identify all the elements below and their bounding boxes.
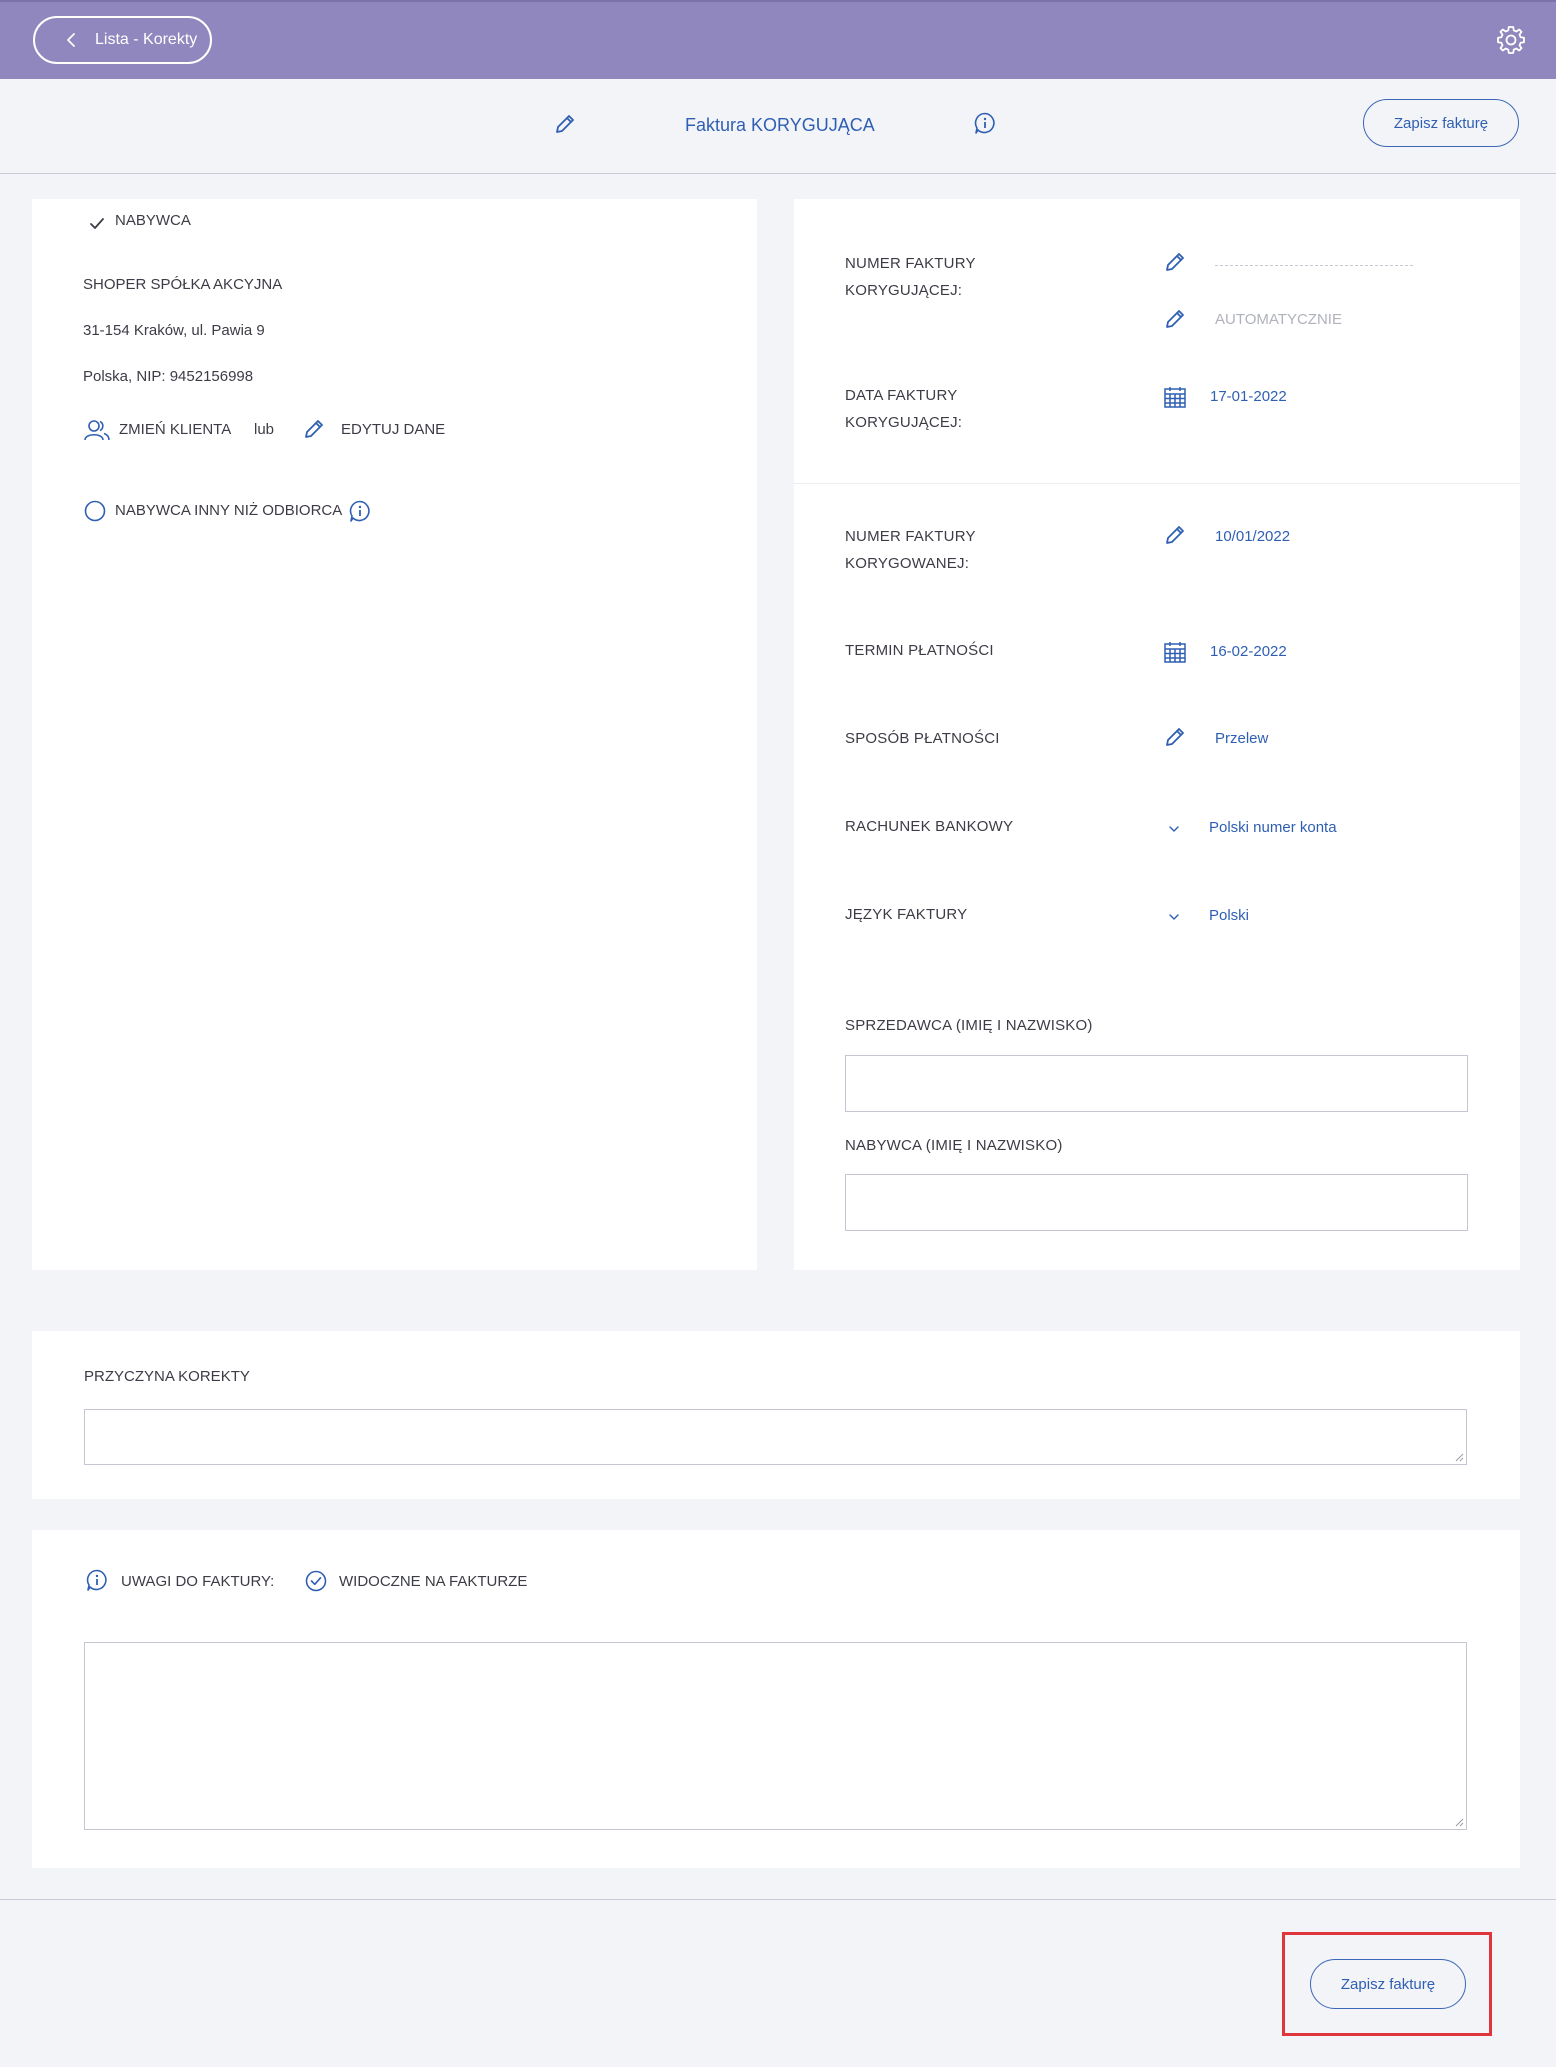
gear-icon[interactable] xyxy=(1495,24,1527,56)
corrected-number-value[interactable]: 10/01/2022 xyxy=(1215,528,1290,545)
highlight-box xyxy=(1282,1932,1492,2036)
users-icon[interactable] xyxy=(83,418,111,442)
save-invoice-button-top[interactable]: Zapisz fakturę xyxy=(1363,99,1519,147)
radio-circle-icon[interactable] xyxy=(84,500,106,522)
buyer-person-label: NABYWCA (IMIĘ I NAZWISKO) xyxy=(845,1137,1063,1154)
back-button-label: Lista - Korekty xyxy=(95,31,198,48)
top-bar: Lista - Korekty xyxy=(0,0,1556,79)
calendar-icon[interactable] xyxy=(1163,385,1187,409)
footer-divider xyxy=(0,1899,1556,1900)
pencil-icon[interactable] xyxy=(1163,250,1187,274)
buyer-address: 31-154 Kraków, ul. Pawia 9 xyxy=(83,322,265,339)
change-client-link[interactable]: ZMIEŃ KLIENTA xyxy=(119,421,231,438)
section-divider xyxy=(794,483,1520,484)
chevron-left-icon xyxy=(63,31,81,49)
buyer-panel xyxy=(32,199,757,1270)
calendar-icon[interactable] xyxy=(1163,640,1187,664)
pencil-icon[interactable] xyxy=(1163,523,1187,547)
pencil-icon[interactable] xyxy=(553,112,577,136)
page-title: Faktura KORYGUJĄCA xyxy=(685,115,875,135)
correction-number-auto[interactable]: AUTOMATYCZNIE xyxy=(1215,311,1342,328)
info-icon[interactable] xyxy=(348,499,372,523)
buyer-country-nip: Polska, NIP: 9452156998 xyxy=(83,368,254,385)
pencil-icon[interactable] xyxy=(302,417,326,441)
buyer-person-input[interactable] xyxy=(845,1174,1468,1231)
back-to-list-button[interactable]: Lista - Korekty xyxy=(33,16,212,64)
pencil-icon[interactable] xyxy=(1163,725,1187,749)
payment-term-value[interactable]: 16-02-2022 xyxy=(1210,643,1287,660)
buyer-other-than-recipient-label[interactable]: NABYWCA INNY NIŻ ODBIORCA xyxy=(115,502,342,519)
resize-grip-icon[interactable] xyxy=(1454,1452,1464,1462)
seller-name-label: SPRZEDAWCA (IMIĘ I NAZWISKO) xyxy=(845,1017,1093,1034)
pencil-icon[interactable] xyxy=(1163,307,1187,331)
resize-grip-icon[interactable] xyxy=(1454,1817,1464,1827)
correction-number-label: NUMER FAKTURY KORYGUJĄCEJ: xyxy=(845,255,976,299)
or-label: lub xyxy=(254,421,275,438)
chevron-down-icon[interactable] xyxy=(1168,911,1180,923)
buyer-name: SHOPER SPÓŁKA AKCYJNA xyxy=(83,276,283,293)
visible-on-invoice-label[interactable]: WIDOCZNE NA FAKTURZE xyxy=(339,1573,527,1590)
correction-number-input[interactable] xyxy=(1215,265,1413,266)
info-icon[interactable] xyxy=(973,111,997,135)
bank-account-value[interactable]: Polski numer konta xyxy=(1209,819,1337,836)
corrected-number-label: NUMER FAKTURY KORYGOWANEJ: xyxy=(845,528,976,572)
payment-method-value[interactable]: Przelew xyxy=(1215,730,1268,747)
correction-date-value[interactable]: 17-01-2022 xyxy=(1210,388,1287,405)
seller-name-input[interactable] xyxy=(845,1055,1468,1112)
invoice-language-label: JĘZYK FAKTURY xyxy=(845,906,968,923)
invoice-notes-textarea[interactable] xyxy=(84,1642,1467,1830)
invoice-language-value[interactable]: Polski xyxy=(1209,907,1249,924)
payment-term-label: TERMIN PŁATNOŚCI xyxy=(845,642,994,659)
correction-reason-label: PRZYCZYNA KOREKTY xyxy=(84,1368,250,1385)
correction-reason-textarea[interactable] xyxy=(84,1409,1467,1465)
invoice-notes-label: UWAGI DO FAKTURY: xyxy=(121,1573,275,1590)
checked-circle-icon[interactable] xyxy=(305,1570,327,1592)
chevron-down-icon[interactable] xyxy=(1168,823,1180,835)
info-icon[interactable] xyxy=(85,1568,109,1592)
correction-date-label: DATA FAKTURY KORYGUJĄCEJ: xyxy=(845,387,963,431)
bank-account-label: RACHUNEK BANKOWY xyxy=(845,818,1014,835)
payment-method-label: SPOSÓB PŁATNOŚCI xyxy=(845,730,1000,747)
check-icon xyxy=(89,216,105,232)
buyer-section-label[interactable]: NABYWCA xyxy=(115,212,191,229)
edit-data-link[interactable]: EDYTUJ DANE xyxy=(341,421,445,438)
